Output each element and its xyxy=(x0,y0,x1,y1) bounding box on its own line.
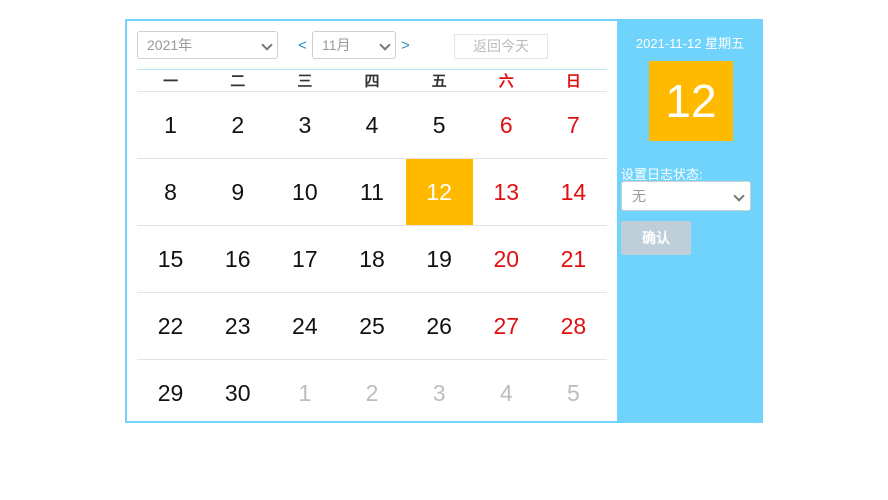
calendar-grid: 1 2 3 4 5 6 7 8 9 10 11 12 13 14 15 16 17 18 19 20 21 22 23 24 2… xyxy=(137,92,607,426)
weekday-label: 三 xyxy=(297,72,313,90)
month-select[interactable]: 11月 xyxy=(312,31,396,59)
day-cell[interactable]: 29 xyxy=(137,360,204,426)
day-cell[interactable]: 10 xyxy=(271,159,338,225)
chevron-down-icon xyxy=(379,39,391,51)
day-cell[interactable]: 25 xyxy=(338,293,405,359)
day-cell[interactable]: 15 xyxy=(137,226,204,292)
day-cell-other-month[interactable]: 5 xyxy=(540,360,607,426)
day-cell-selected[interactable]: 12 xyxy=(405,159,473,225)
day-cell[interactable]: 28 xyxy=(540,293,607,359)
day-cell[interactable]: 21 xyxy=(540,226,607,292)
week-row: 15 16 17 18 19 20 21 xyxy=(137,226,607,293)
day-cell[interactable]: 4 xyxy=(338,92,405,158)
year-select[interactable]: 2021年 xyxy=(137,31,278,59)
weekday-header: 一二三四五六日 xyxy=(137,71,607,92)
status-select[interactable]: 无 xyxy=(621,181,751,211)
day-cell[interactable]: 8 xyxy=(137,159,204,225)
day-cell[interactable]: 13 xyxy=(473,159,540,225)
day-cell[interactable]: 26 xyxy=(406,293,473,359)
chevron-down-icon xyxy=(261,39,273,51)
calendar-widget: 2021年 < 11月 > 返回今天 一二三四五六日 1 2 3 4 5 6 7 8 9 10 11… xyxy=(125,19,763,423)
day-cell[interactable]: 17 xyxy=(271,226,338,292)
day-cell[interactable]: 9 xyxy=(204,159,271,225)
day-cell[interactable]: 6 xyxy=(473,92,540,158)
day-cell[interactable]: 7 xyxy=(540,92,607,158)
day-cell[interactable]: 14 xyxy=(540,159,607,225)
day-cell[interactable]: 2 xyxy=(204,92,271,158)
year-select-value: 2021年 xyxy=(147,37,193,53)
weekday-label: 六 xyxy=(498,72,514,90)
selected-day-badge: 12 xyxy=(649,61,733,141)
day-cell[interactable]: 3 xyxy=(271,92,338,158)
day-cell-other-month[interactable]: 1 xyxy=(271,360,338,426)
day-cell[interactable]: 16 xyxy=(204,226,271,292)
day-cell[interactable]: 27 xyxy=(473,293,540,359)
day-cell[interactable]: 5 xyxy=(406,92,473,158)
prev-month-button[interactable]: < xyxy=(298,37,307,55)
side-panel: 2021-11-12 星期五 12 设置日志状态: 无 确认 xyxy=(617,19,763,423)
header-divider xyxy=(137,69,607,70)
day-cell[interactable]: 11 xyxy=(338,159,405,225)
weekday-label: 五 xyxy=(431,72,447,90)
day-cell-other-month[interactable]: 2 xyxy=(338,360,405,426)
day-cell[interactable]: 30 xyxy=(204,360,271,426)
weekday-label: 四 xyxy=(364,72,380,90)
day-cell[interactable]: 18 xyxy=(338,226,405,292)
confirm-button[interactable]: 确认 xyxy=(621,221,691,255)
week-row: 29 30 1 2 3 4 5 xyxy=(137,360,607,426)
day-cell[interactable]: 24 xyxy=(271,293,338,359)
weekday-label: 二 xyxy=(230,72,246,90)
next-month-button[interactable]: > xyxy=(401,37,410,55)
day-cell-other-month[interactable]: 3 xyxy=(406,360,473,426)
selected-date-text: 2021-11-12 星期五 xyxy=(635,36,745,51)
back-to-today-button[interactable]: 返回今天 xyxy=(454,34,548,59)
chevron-down-icon xyxy=(733,190,745,202)
day-cell[interactable]: 1 xyxy=(137,92,204,158)
weekday-label: 一 xyxy=(163,72,179,90)
week-row: 22 23 24 25 26 27 28 xyxy=(137,293,607,360)
day-cell-other-month[interactable]: 4 xyxy=(473,360,540,426)
weekday-label: 日 xyxy=(565,72,581,90)
day-cell[interactable]: 23 xyxy=(204,293,271,359)
week-row: 8 9 10 11 12 13 14 xyxy=(137,159,607,226)
week-row: 1234567 xyxy=(137,92,607,159)
day-cell[interactable]: 22 xyxy=(137,293,204,359)
month-select-value: 11月 xyxy=(322,37,351,53)
day-cell[interactable]: 20 xyxy=(473,226,540,292)
day-cell[interactable]: 19 xyxy=(406,226,473,292)
calendar-panel: 2021年 < 11月 > 返回今天 一二三四五六日 1 2 3 4 5 6 7 8 9 10 11… xyxy=(125,19,617,423)
status-select-value: 无 xyxy=(632,188,646,204)
